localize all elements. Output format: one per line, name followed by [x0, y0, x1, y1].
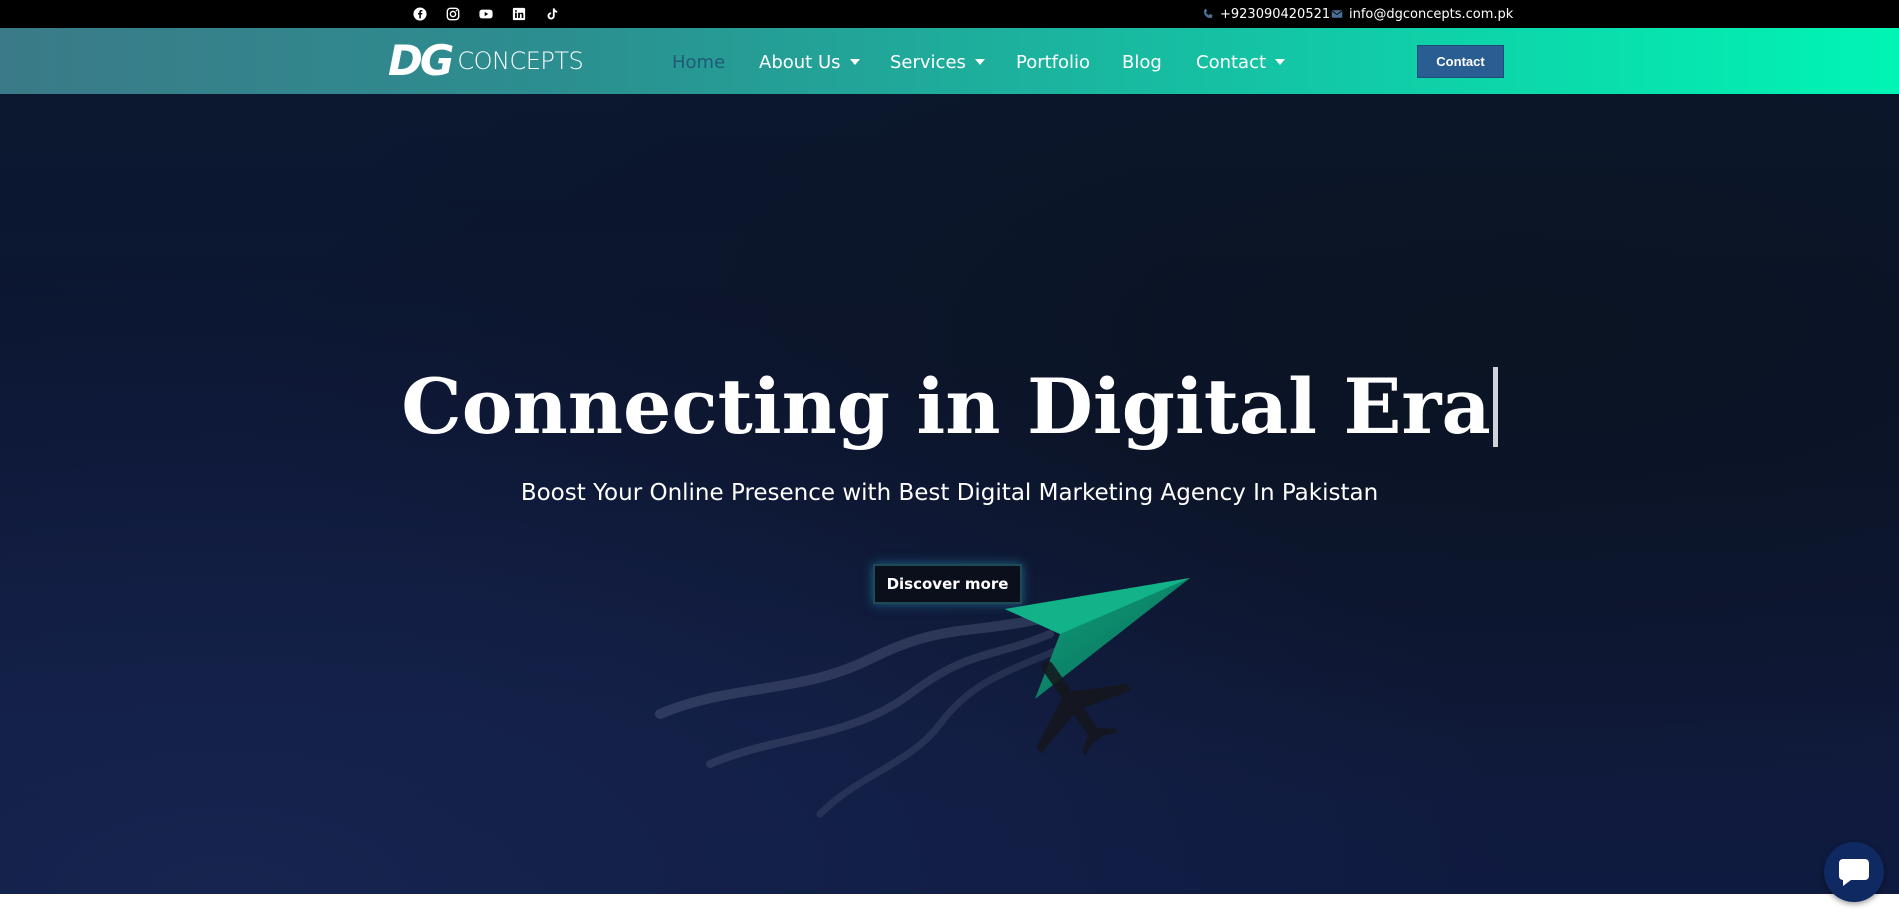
paper-plane-illustration	[655, 578, 1190, 818]
nav-item-portfolio[interactable]: Portfolio	[1016, 50, 1090, 74]
page-bottom-strip	[0, 894, 1899, 914]
header-contact-button[interactable]: Contact	[1417, 45, 1504, 78]
hero-subtitle: Boost Your Online Presence with Best Dig…	[520, 480, 1379, 506]
nav-label: Portfolio	[1016, 51, 1091, 73]
youtube-icon[interactable]	[477, 5, 495, 23]
facebook-icon[interactable]	[411, 5, 429, 23]
nav-label: Services	[890, 51, 966, 73]
instagram-icon[interactable]	[444, 5, 462, 23]
discover-more-button[interactable]: Discover more	[873, 564, 1022, 604]
envelope-icon	[1330, 7, 1344, 21]
nav-item-home[interactable]: Home	[672, 50, 725, 74]
nav-label: About Us	[759, 51, 841, 73]
caret-down-icon	[974, 59, 985, 65]
phone-icon	[1201, 7, 1215, 21]
nav-item-services[interactable]: Services	[890, 50, 985, 74]
nav-label: Contact	[1196, 51, 1267, 73]
nav-item-contact[interactable]: Contact	[1196, 50, 1286, 74]
nav-label: Home	[672, 51, 726, 73]
site-logo[interactable]: DG CONCEPTS	[388, 36, 584, 85]
hero-section: Connecting in Digital Era Boost Your Onl…	[0, 94, 1899, 894]
phone-number: +923090420521	[1220, 6, 1331, 22]
hero-title-text: Connecting in Digital Era	[401, 362, 1491, 451]
nav-item-about-us[interactable]: About Us	[759, 50, 860, 74]
phone-contact[interactable]: +923090420521	[1201, 4, 1330, 24]
chat-button[interactable]	[1824, 842, 1884, 902]
site-header: DG CONCEPTS Home About Us Services Portf…	[0, 28, 1899, 94]
tiktok-icon[interactable]	[543, 5, 561, 23]
hero-title: Connecting in Digital Era	[0, 362, 1899, 451]
top-bar: +923090420521 info@dgconcepts.com.pk	[0, 0, 1899, 28]
nav-item-blog[interactable]: Blog	[1122, 50, 1162, 74]
logo-mark: DG	[388, 36, 454, 85]
typing-cursor	[1492, 367, 1498, 447]
caret-down-icon	[1275, 59, 1286, 65]
chat-bubble-icon	[1839, 859, 1869, 886]
email-contact[interactable]: info@dgconcepts.com.pk	[1330, 4, 1513, 24]
email-address: info@dgconcepts.com.pk	[1349, 6, 1514, 22]
nav-label: Blog	[1122, 51, 1162, 73]
logo-wordmark: CONCEPTS	[457, 47, 584, 75]
linkedin-icon[interactable]	[510, 5, 528, 23]
caret-down-icon	[849, 59, 860, 65]
